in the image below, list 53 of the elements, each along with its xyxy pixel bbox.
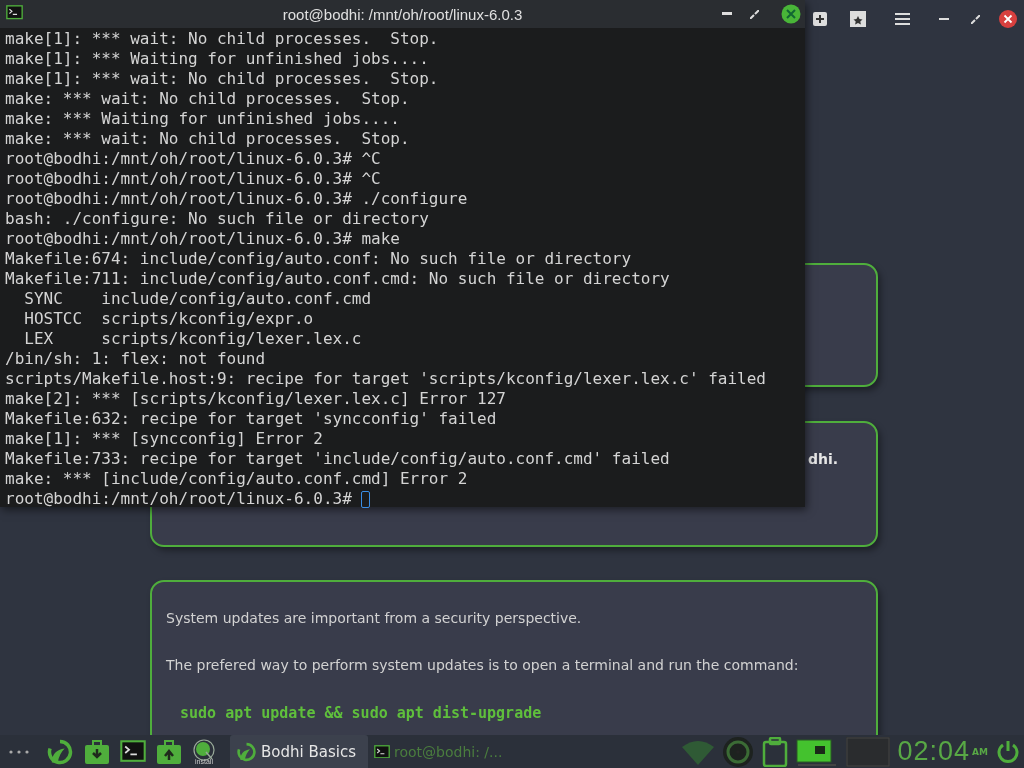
terminal-line: Makefile:674: include/config/auto.conf: No such file or directory	[5, 249, 632, 268]
terminal-line: make: *** wait: No child processes. Stop.	[5, 129, 410, 148]
terminal-icon	[120, 740, 146, 763]
download-bag-icon[interactable]	[84, 738, 110, 765]
terminal-line: root@bodhi:/mnt/oh/root/linux-6.0.3# ./configure	[5, 189, 468, 208]
monitor-icon[interactable]	[795, 736, 838, 767]
terminal-line: scripts/Makefile.host:9: recipe for target 'scripts/kconfig/lexer.lex.c' failed	[5, 369, 766, 388]
command-text: sudo apt update && sudo apt dist-upgrade	[180, 704, 543, 722]
new-tab-icon[interactable]	[813, 12, 827, 26]
terminal-icon	[374, 744, 390, 759]
launcher-icon[interactable]	[46, 737, 74, 766]
terminal-line: root@bodhi:/mnt/oh/root/linux-6.0.3# make	[5, 229, 400, 248]
terminal-line: make: *** Waiting for unfinished jobs....	[5, 109, 400, 128]
terminal-line: make[1]: *** [syncconfig] Error 2	[5, 429, 323, 448]
card-paragraph: The prefered way to perform system updates is to open a terminal and run the command:	[166, 657, 800, 673]
clipboard-icon[interactable]	[761, 736, 788, 767]
terminal-line: make[1]: *** wait: No child processes. Stop.	[5, 69, 439, 88]
power-icon[interactable]	[996, 739, 1020, 764]
card-paragraph: System updates are important from a security perspective.	[166, 610, 583, 626]
restore-icon[interactable]	[970, 14, 980, 24]
minimize-icon[interactable]	[939, 17, 949, 21]
clock-meridiem: AM	[972, 746, 988, 757]
card-text: dhi.	[807, 451, 838, 469]
terminal-line: make[1]: *** Waiting for unfinished jobs....	[5, 49, 429, 68]
close-icon[interactable]	[999, 10, 1017, 28]
terminal-line: /bin/sh: 1: flex: not found	[5, 349, 266, 368]
close-icon[interactable]	[781, 4, 801, 24]
restore-icon[interactable]	[750, 9, 759, 19]
terminal-line: LEX scripts/kconfig/lexer.lex.c	[23, 329, 362, 348]
terminal-line: Makefile:711: include/config/auto.conf.cmd: No such file or directory	[5, 269, 670, 288]
terminal-line: SYNC include/config/auto.conf.cmd	[23, 289, 372, 308]
window-title: root@bodhi: /mnt/oh/root/linux-6.0.3	[282, 5, 523, 23]
terminal-line: Makefile:632: recipe for target 'syncconfig' failed	[5, 409, 497, 428]
terminal-line: make[2]: *** [scripts/kconfig/lexer.lex.c] Error 127	[5, 389, 506, 408]
terminal-line: root@bodhi:/mnt/oh/root/linux-6.0.3# ^C	[5, 149, 381, 168]
terminal-line: make: *** wait: No child processes. Stop.	[5, 89, 410, 108]
clock: 02:04	[897, 736, 971, 767]
terminal-line: Makefile:733: recipe for target 'include/config/auto.conf.cmd' failed	[5, 449, 670, 468]
terminal-line: bash: ./configure: No such file or directory	[5, 209, 429, 228]
install-disc-icon[interactable]	[192, 739, 216, 761]
cursor-icon	[361, 490, 371, 508]
more-icon[interactable]	[8, 748, 30, 755]
terminal-prompt: root@bodhi:/mnt/oh/root/linux-6.0.3#	[5, 489, 353, 509]
terminal-line: root@bodhi:/mnt/oh/root/linux-6.0.3# ^C	[5, 169, 381, 188]
taskbar-task[interactable]: Bodhi Basics	[230, 735, 368, 768]
menu-icon[interactable]	[894, 13, 910, 25]
terminal-line: HOSTCC scripts/kconfig/expr.o	[23, 309, 314, 328]
minimize-icon[interactable]	[722, 12, 732, 16]
speaker-disc-icon[interactable]	[721, 735, 754, 768]
terminal-icon	[6, 5, 23, 20]
terminal-line: make: *** [include/config/auto.conf.cmd] Error 2	[5, 469, 468, 488]
terminal-line: make[1]: *** wait: No child processes. Stop.	[5, 29, 439, 48]
up-bag-icon[interactable]	[156, 738, 182, 765]
